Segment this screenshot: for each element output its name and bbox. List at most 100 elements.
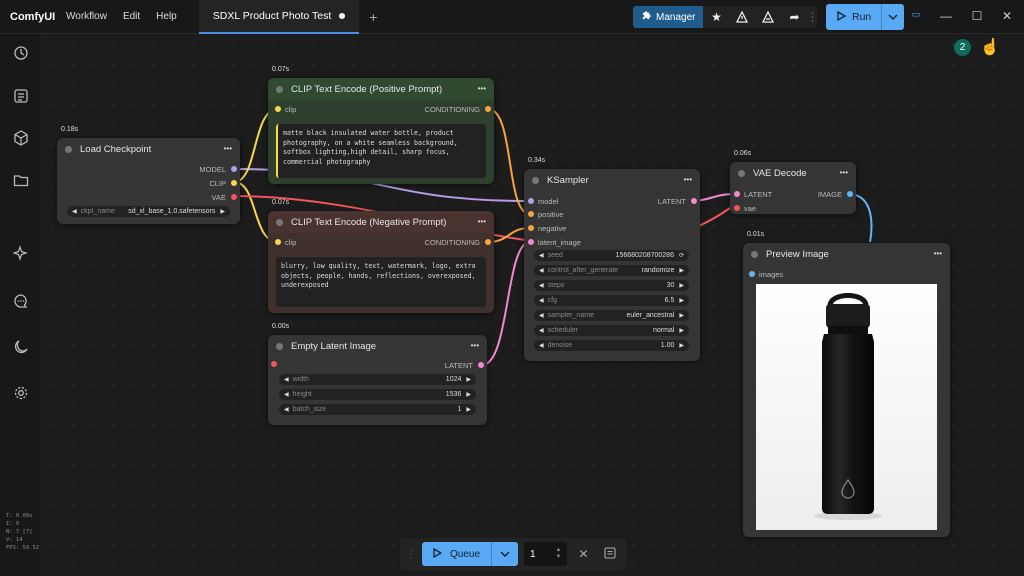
- collapse-dot-icon[interactable]: [65, 145, 72, 153]
- drag-handle-icon[interactable]: ⋮: [806, 6, 818, 28]
- share-icon[interactable]: ➦: [781, 6, 807, 28]
- queue-list-toggle-icon[interactable]: [600, 546, 620, 562]
- focus-mode-icon[interactable]: ▭: [908, 9, 924, 20]
- settings-gear-icon[interactable]: [10, 382, 32, 404]
- arrow-left-icon[interactable]: ◀: [539, 267, 544, 274]
- refresh-icon[interactable]: ⟳: [679, 252, 684, 259]
- arrow-left-icon[interactable]: ◀: [539, 312, 544, 319]
- menu-edit[interactable]: Edit: [115, 11, 148, 22]
- input-port-negative[interactable]: [528, 225, 534, 231]
- node-title-bar[interactable]: CLIP Text Encode (Positive Prompt) •••: [268, 78, 494, 100]
- arrow-left-icon[interactable]: ◀: [284, 406, 289, 413]
- arrow-right-icon[interactable]: ▶: [679, 342, 684, 349]
- batch-count-input[interactable]: 1 ▲ ▼: [524, 542, 568, 566]
- minimize-icon[interactable]: —: [938, 9, 954, 23]
- run-main[interactable]: Run: [826, 4, 883, 30]
- stepper-icon[interactable]: ▲ ▼: [555, 547, 561, 561]
- widget-height[interactable]: ◀ height 1536 ▶: [279, 389, 476, 400]
- node-vae-decode[interactable]: 0.06s VAE Decode ••• LATENT vae IMAGE: [730, 150, 856, 214]
- moon-icon[interactable]: [10, 336, 32, 358]
- preview-image[interactable]: [756, 284, 937, 530]
- arrow-left-icon[interactable]: ◀: [284, 391, 289, 398]
- node-title-bar[interactable]: VAE Decode •••: [730, 162, 856, 184]
- widget-scheduler[interactable]: ◀ scheduler normal ▶: [534, 325, 689, 336]
- widget-denoise[interactable]: ◀ denoise 1.00 ▶: [534, 340, 689, 351]
- arrow-left-icon[interactable]: ◀: [539, 297, 544, 304]
- chat-icon[interactable]: [10, 290, 32, 312]
- output-port-model[interactable]: [231, 166, 237, 172]
- input-port-latent-image[interactable]: [528, 239, 534, 245]
- arrow-right-icon[interactable]: ▶: [466, 406, 471, 413]
- input-port-clip[interactable]: [275, 106, 281, 112]
- collapse-dot-icon[interactable]: [532, 176, 539, 184]
- app-logo[interactable]: ComfyUI: [0, 11, 58, 23]
- new-tab-button[interactable]: +: [359, 9, 387, 25]
- more-options-icon[interactable]: •••: [478, 217, 486, 226]
- more-options-icon[interactable]: •••: [684, 175, 692, 184]
- clean-model-icon[interactable]: [755, 6, 781, 28]
- arrow-right-icon[interactable]: ▶: [679, 312, 684, 319]
- more-options-icon[interactable]: •••: [224, 144, 232, 153]
- widget-control-after-generate[interactable]: ◀ control_after_generate randomize ▶: [534, 265, 689, 276]
- arrow-left-icon[interactable]: ◀: [539, 327, 544, 334]
- arrow-right-icon[interactable]: ▶: [679, 282, 684, 289]
- widget-sampler-name[interactable]: ◀ sampler_name euler_ancestral ▶: [534, 310, 689, 321]
- model-library-icon[interactable]: [10, 127, 32, 149]
- arrow-left-icon[interactable]: ◀: [539, 342, 544, 349]
- maximize-icon[interactable]: ☐: [969, 9, 985, 23]
- input-port[interactable]: [271, 361, 277, 367]
- output-port-conditioning[interactable]: [485, 239, 491, 245]
- widget-width[interactable]: ◀ width 1024 ▶: [279, 374, 476, 385]
- queue-list-icon[interactable]: [10, 85, 32, 107]
- node-title-bar[interactable]: Empty Latent Image •••: [268, 335, 487, 357]
- input-port-latent[interactable]: [734, 191, 740, 197]
- widget-seed[interactable]: ◀ seed 156680208700286 ⟳: [534, 250, 689, 261]
- collapse-dot-icon[interactable]: [751, 250, 758, 258]
- sparkle-icon[interactable]: [10, 242, 32, 264]
- input-port-vae[interactable]: [734, 205, 740, 211]
- input-port-positive[interactable]: [528, 211, 534, 217]
- output-port-conditioning[interactable]: [485, 106, 491, 112]
- arrow-right-icon[interactable]: ▶: [466, 376, 471, 383]
- arrow-right-icon[interactable]: ▶: [466, 391, 471, 398]
- menu-workflow[interactable]: Workflow: [58, 11, 115, 22]
- arrow-right-icon[interactable]: ▶: [679, 267, 684, 274]
- chevron-down-icon[interactable]: [492, 549, 518, 560]
- node-clip-negative[interactable]: 0.07s CLIP Text Encode (Negative Prompt)…: [268, 199, 494, 313]
- node-ksampler[interactable]: 0.34s KSampler ••• model positive negati…: [524, 157, 700, 361]
- notification-badge[interactable]: 2: [954, 39, 971, 56]
- queue-button[interactable]: Queue: [422, 542, 518, 566]
- output-port-vae[interactable]: [231, 194, 237, 200]
- node-title-bar[interactable]: KSampler •••: [524, 169, 700, 191]
- collapse-dot-icon[interactable]: [738, 169, 745, 177]
- close-icon[interactable]: ✕: [999, 9, 1015, 23]
- more-options-icon[interactable]: •••: [478, 84, 486, 93]
- manager-button[interactable]: Manager: [633, 6, 704, 28]
- input-port-clip[interactable]: [275, 239, 281, 245]
- negative-prompt-textarea[interactable]: blurry, low quality, text, watermark, lo…: [276, 257, 486, 307]
- chevron-down-icon[interactable]: [882, 11, 904, 23]
- output-port-image[interactable]: [847, 191, 853, 197]
- arrow-right-icon[interactable]: ▶: [679, 297, 684, 304]
- clean-vram-icon[interactable]: [729, 6, 755, 28]
- node-empty-latent[interactable]: 0.00s Empty Latent Image ••• LATENT ◀ wi…: [268, 323, 487, 425]
- node-clip-positive[interactable]: 0.07s CLIP Text Encode (Positive Prompt)…: [268, 66, 494, 184]
- more-options-icon[interactable]: •••: [840, 168, 848, 177]
- output-port-latent[interactable]: [478, 362, 484, 368]
- folder-icon[interactable]: [10, 169, 32, 191]
- widget-steps[interactable]: ◀ steps 30 ▶: [534, 280, 689, 291]
- node-title-bar[interactable]: Load Checkpoint •••: [57, 138, 240, 160]
- workflow-tab[interactable]: SDXL Product Photo Test: [198, 0, 360, 34]
- widget-ckpt-name[interactable]: ◀ ckpt_name sd_xl_base_1.0.safetensors ▶: [67, 206, 230, 217]
- arrow-left-icon[interactable]: ◀: [539, 282, 544, 289]
- run-button[interactable]: Run: [826, 4, 904, 30]
- clear-queue-icon[interactable]: ✕: [573, 547, 593, 561]
- star-icon[interactable]: ★: [703, 6, 729, 28]
- history-icon[interactable]: [10, 42, 32, 64]
- arrow-left-icon[interactable]: ◀: [539, 252, 544, 259]
- output-port-latent[interactable]: [691, 198, 697, 204]
- more-options-icon[interactable]: •••: [471, 341, 479, 350]
- arrow-left-icon[interactable]: ◀: [284, 376, 289, 383]
- unsaved-dot-icon[interactable]: [339, 12, 346, 19]
- input-port-model[interactable]: [528, 198, 534, 204]
